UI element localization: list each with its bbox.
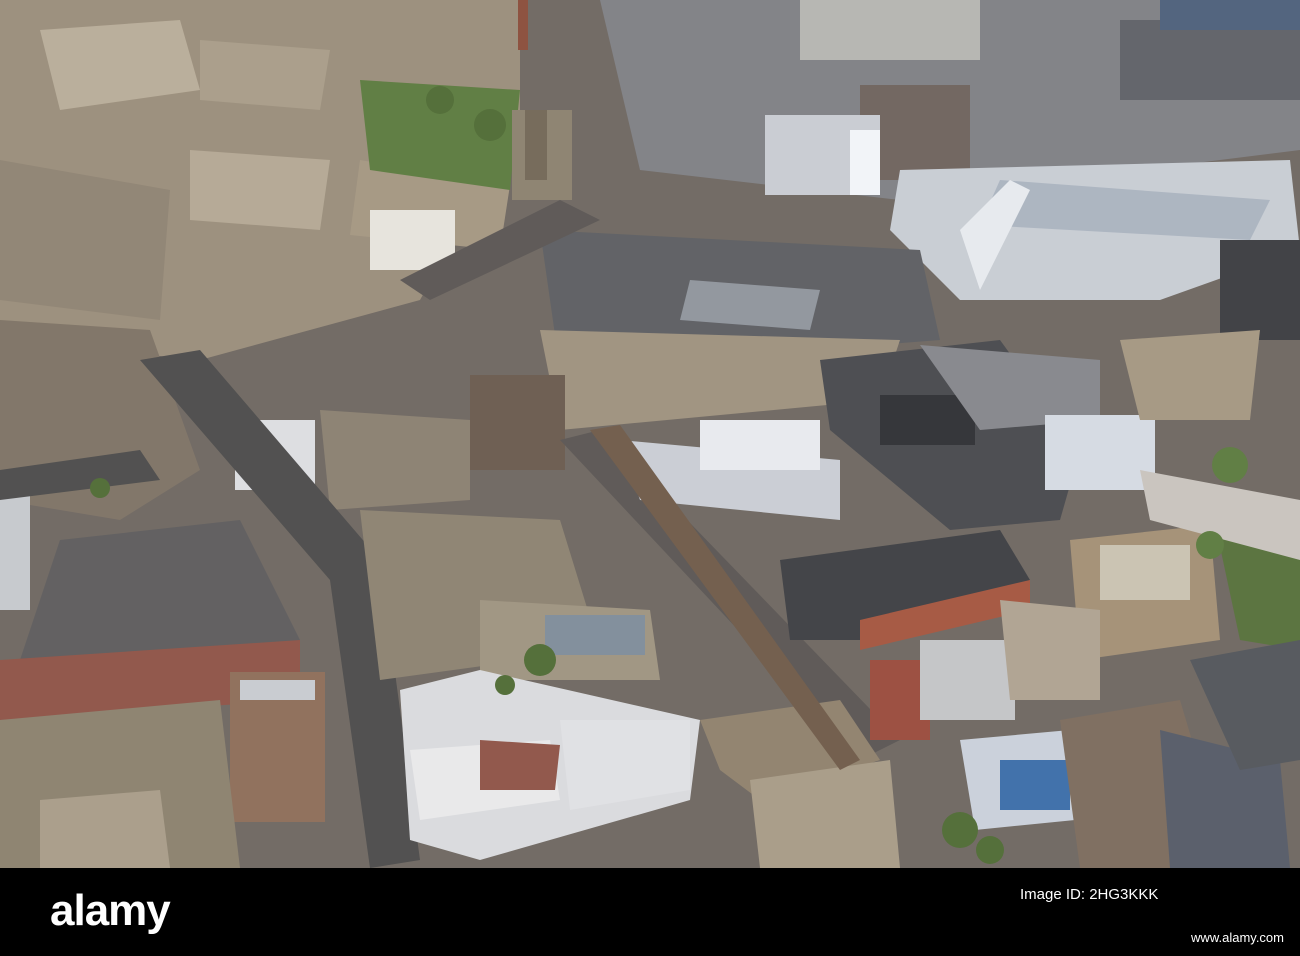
site-url[interactable]: www.alamy.com (1191, 930, 1284, 945)
image-id-block: Image ID: 2HG3KKK (1020, 884, 1158, 906)
alamy-logo: alamy (50, 886, 171, 935)
image-frame: alamy Image ID: 2HG3KKK www.alamy.com (0, 0, 1300, 956)
aerial-photo (0, 0, 1300, 868)
image-id-label: Image ID: 2HG3KKK (1020, 886, 1159, 903)
watermark-strip: alamy Image ID: 2HG3KKK www.alamy.com (0, 868, 1300, 956)
